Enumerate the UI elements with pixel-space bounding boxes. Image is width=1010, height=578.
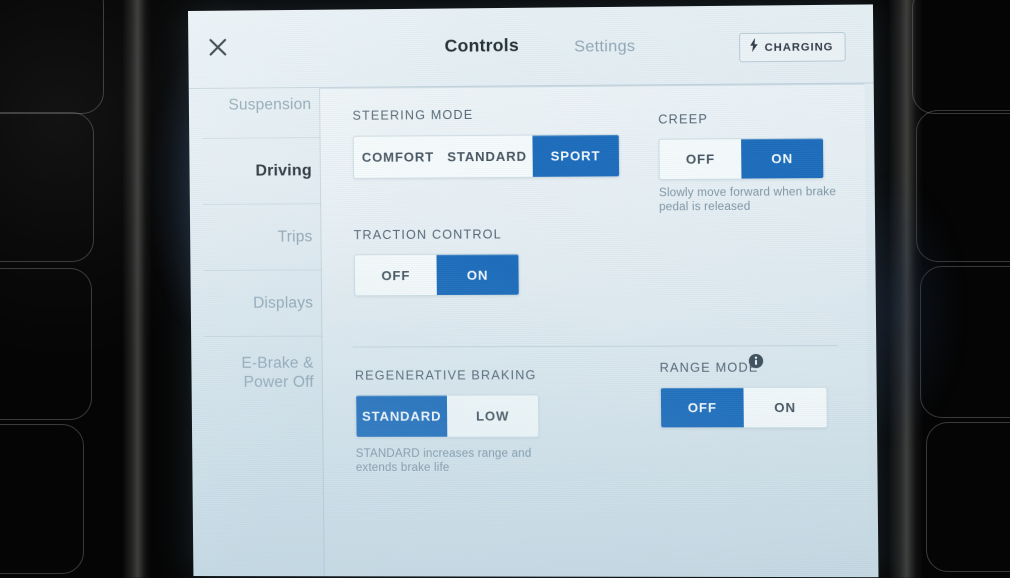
regenerative-braking-label: REGENERATIVE BRAKING [354, 368, 537, 383]
range-mode-option-off[interactable]: OFF [660, 387, 744, 428]
controls-body: Suspension Driving Trips Displays E-Brak… [189, 83, 879, 578]
creep-label: CREEP [658, 112, 709, 127]
steering-mode-label: STEERING MODE [352, 107, 474, 123]
tesla-touchscreen: Controls Settings CHARGING Suspension Dr… [188, 4, 879, 578]
charging-label: CHARGING [764, 40, 834, 54]
sidebar-item-label: Suspension [228, 96, 312, 114]
traction-control-option-on[interactable]: ON [436, 254, 519, 296]
sidebar-item-label: Trips [277, 228, 313, 246]
regen-option-standard[interactable]: STANDARD [356, 395, 448, 437]
creep-option-off[interactable]: OFF [659, 139, 741, 179]
sidebar-item-label: E-Brake & Power Off [241, 354, 314, 391]
steering-mode-option-sport[interactable]: SPORT [532, 134, 620, 177]
range-mode-toggle[interactable]: OFF ON [659, 386, 828, 429]
regenerative-braking-segmented-control[interactable]: STANDARD LOW [355, 394, 540, 438]
sidebar-item-label: Driving [255, 162, 312, 180]
regenerative-braking-caption: STANDARD increases range and extends bra… [355, 447, 532, 474]
sidebar-item-trips[interactable]: Trips [192, 227, 322, 271]
steering-mode-option-comfort[interactable]: COMFORT [354, 136, 442, 178]
dashboard-trim-pillar [122, 0, 152, 578]
dashboard-vent-outline [0, 112, 94, 262]
sidebar-item-label: Displays [253, 294, 314, 312]
traction-control-toggle[interactable]: OFF ON [353, 253, 520, 297]
steering-mode-option-standard[interactable]: STANDARD [442, 136, 533, 178]
regen-option-low[interactable]: LOW [447, 395, 538, 436]
dashboard-vent-outline [912, 0, 1010, 114]
dashboard-vent-outline [0, 424, 84, 574]
sidebar-item-driving[interactable]: Driving [191, 161, 322, 205]
charging-status-badge[interactable]: CHARGING [738, 32, 846, 63]
sidebar-divider [204, 335, 323, 337]
range-mode-option-on[interactable]: ON [743, 388, 826, 428]
dashboard-vent-outline [0, 268, 92, 420]
sidebar-item-ebrake-power-off[interactable]: E-Brake & Power Off [193, 354, 322, 392]
traction-control-option-off[interactable]: OFF [355, 255, 437, 296]
sidebar-item-suspension[interactable]: Suspension [191, 95, 321, 139]
dashboard-vent-outline [926, 422, 1010, 572]
top-bar: Controls Settings CHARGING [188, 4, 874, 89]
tab-settings[interactable]: Settings [574, 38, 635, 57]
sidebar-item-displays[interactable]: Displays [193, 293, 323, 337]
page-title: Controls [444, 35, 520, 56]
info-circle-icon[interactable] [748, 353, 764, 369]
traction-control-label: TRACTION CONTROL [353, 227, 502, 243]
close-icon[interactable] [202, 32, 232, 62]
sidebar-divider [202, 203, 322, 205]
sidebar-nav: Suspension Driving Trips Displays E-Brak… [189, 88, 324, 576]
driving-settings-panel: STEERING MODE COMFORT STANDARD SPORT CRE… [319, 83, 870, 578]
section-divider [352, 345, 839, 348]
sidebar-divider [202, 137, 321, 139]
steering-mode-segmented-control[interactable]: COMFORT STANDARD SPORT [352, 133, 621, 179]
creep-toggle[interactable]: OFF ON [658, 137, 825, 181]
sidebar-divider [203, 269, 322, 271]
creep-caption: Slowly move forward when brake pedal is … [658, 186, 837, 214]
lightning-bolt-icon [749, 37, 758, 57]
creep-option-on[interactable]: ON [741, 138, 824, 179]
dashboard-vent-outline [0, 0, 104, 114]
range-mode-label: RANGE MODE [659, 360, 759, 375]
